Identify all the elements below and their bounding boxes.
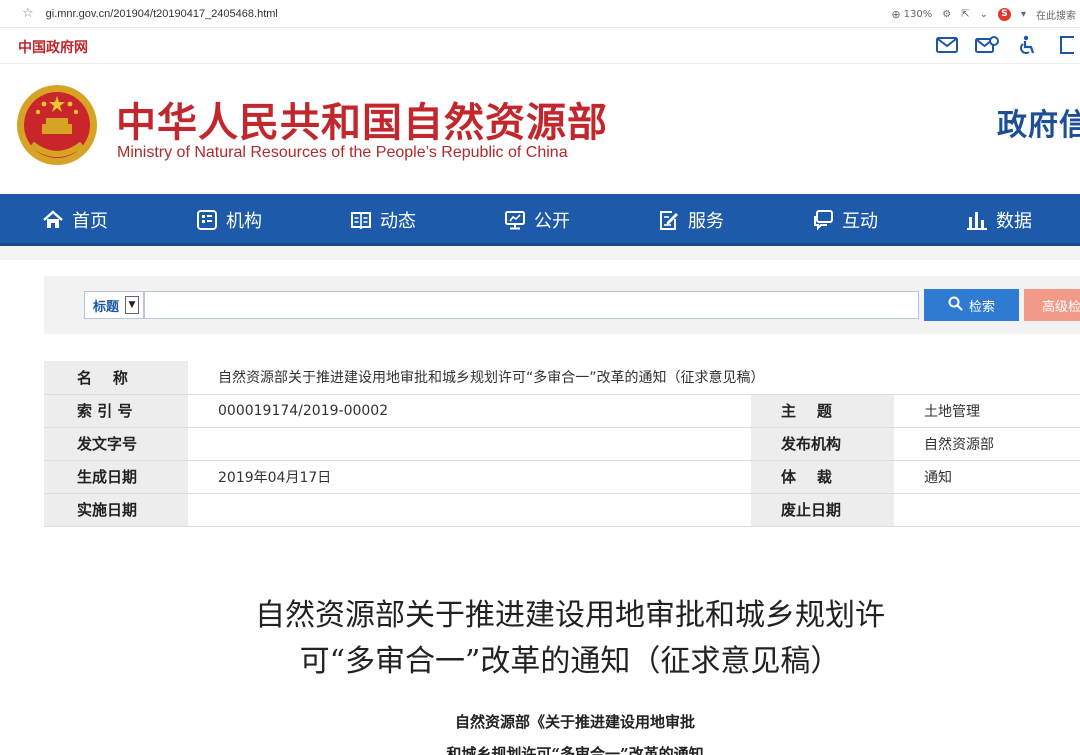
- browser-search-hint[interactable]: 在此搜索: [1036, 7, 1076, 22]
- meta-value-expiry: [894, 493, 1080, 527]
- meta-label: 主 题: [751, 394, 894, 428]
- nav-item-public[interactable]: 公开: [504, 207, 570, 233]
- meta-label: 发布机构: [751, 427, 894, 461]
- meta-value-name: 自然资源部关于推进建设用地审批和城乡规划许可“多审合一”改革的通知（征求意见稿）: [188, 361, 1080, 395]
- gov-top-strip: 中国政府网: [0, 28, 1080, 64]
- meta-label: 索 引 号: [44, 394, 188, 428]
- search-icon: [948, 296, 963, 315]
- meta-value-genre: 通知: [894, 460, 1080, 494]
- table-row: 生成日期 2019年04月17日 体 裁 通知: [44, 460, 1080, 494]
- chevron-down-icon[interactable]: ⌄: [980, 9, 988, 20]
- gov-portal-link[interactable]: 中国政府网: [18, 37, 88, 57]
- chat-icon: [812, 209, 834, 231]
- settings-icon[interactable]: ⚙: [942, 9, 951, 20]
- mail-settings-icon[interactable]: [974, 34, 1000, 56]
- bar-chart-icon: [966, 209, 988, 231]
- accessibility-icon[interactable]: [1014, 34, 1040, 56]
- article-subtitle-line: 自然资源部《关于推进建设用地审批: [454, 713, 695, 731]
- meta-value-date: 2019年04月17日: [188, 460, 751, 494]
- nav-item-interaction[interactable]: 互动: [812, 207, 878, 233]
- meta-label: 实施日期: [44, 493, 188, 527]
- table-row: 实施日期 废止日期: [44, 493, 1080, 527]
- edit-icon: [658, 209, 680, 231]
- org-icon: [196, 209, 218, 231]
- chevron-down-icon[interactable]: ▼: [125, 296, 139, 314]
- article-title-line: 自然资源部关于推进建设用地审批和城乡规划许: [255, 598, 885, 633]
- nav-label: 动态: [380, 211, 416, 232]
- search-button-label: 检索: [968, 299, 995, 315]
- advanced-search-button[interactable]: 高级检: [1024, 289, 1080, 321]
- zoom-level: 130%: [903, 8, 933, 20]
- share-icon[interactable]: ⇱: [961, 9, 969, 20]
- site-title-cn[interactable]: 中华人民共和国自然资源部: [116, 90, 608, 148]
- search-field-select[interactable]: 标题 ▼: [84, 291, 144, 319]
- article-subtitle-line: 和城乡规划许可“多审合一”改革的通知: [446, 745, 704, 755]
- bookmark-star-icon[interactable]: ☆: [22, 6, 34, 21]
- address-url[interactable]: gi.mnr.gov.cn/201904/t20190417_2405468.h…: [46, 8, 278, 20]
- nav-item-home[interactable]: 首页: [42, 207, 108, 233]
- nav-label: 服务: [688, 211, 724, 232]
- book-icon: [350, 209, 372, 231]
- advanced-search-label: 高级检: [1042, 299, 1080, 315]
- gov-top-icons: [934, 34, 1080, 56]
- meta-label: 体 裁: [751, 460, 894, 494]
- document-meta-table: 名 称 自然资源部关于推进建设用地审批和城乡规划许可“多审合一”改革的通知（征求…: [44, 361, 1080, 527]
- meta-value-index: 000019174/2019-00002: [188, 394, 751, 428]
- meta-value-effective: [188, 493, 751, 527]
- nav-label: 首页: [72, 211, 108, 232]
- monitor-icon: [504, 209, 526, 231]
- browser-address-bar: ☆ gi.mnr.gov.cn/201904/t20190417_2405468…: [0, 0, 1080, 28]
- nav-label: 数据: [996, 211, 1032, 232]
- zoom-icon: ⊕: [891, 7, 901, 21]
- meta-value-docno: [188, 427, 751, 461]
- nav-item-data[interactable]: 数据: [966, 207, 1032, 233]
- nav-item-news[interactable]: 动态: [350, 207, 416, 233]
- table-row: 名 称 自然资源部关于推进建设用地审批和城乡规划许可“多审合一”改革的通知（征求…: [44, 361, 1080, 395]
- nav-label: 互动: [842, 211, 878, 232]
- article-title-line: 可“多审合一”改革的通知（征求意见稿）: [299, 644, 841, 679]
- meta-label: 发文字号: [44, 427, 188, 461]
- meta-value-subject: 土地管理: [894, 394, 1080, 428]
- home-icon: [42, 209, 64, 231]
- search-button[interactable]: 检索: [924, 289, 1019, 321]
- main-nav: 首页 机构 动态 公开 服务 互动 数据: [0, 194, 1080, 246]
- search-field-value: 标题: [93, 299, 120, 315]
- zoom-indicator[interactable]: ⊕ 130%: [891, 8, 932, 21]
- article-title: 自然资源部关于推进建设用地审批和城乡规划许 可“多审合一”改革的通知（征求意见稿…: [0, 593, 1080, 685]
- search-input[interactable]: [144, 291, 919, 319]
- meta-label: 生成日期: [44, 460, 188, 494]
- nav-label: 公开: [534, 211, 570, 232]
- gov-info-title: 政府信: [997, 109, 1080, 142]
- nav-underband: [0, 246, 1080, 260]
- meta-value-issuer: 自然资源部: [894, 427, 1080, 461]
- table-row: 发文字号 发布机构 自然资源部: [44, 427, 1080, 461]
- table-row: 索 引 号 000019174/2019-00002 主 题 土地管理: [44, 394, 1080, 428]
- chevron-down-icon[interactable]: ▾: [1021, 9, 1026, 20]
- nav-label: 机构: [226, 211, 262, 232]
- meta-label: 废止日期: [751, 493, 894, 527]
- nav-item-service[interactable]: 服务: [658, 207, 724, 233]
- meta-label: 名 称: [44, 361, 188, 395]
- search-engine-icon[interactable]: S: [997, 7, 1011, 21]
- mail-icon[interactable]: [934, 34, 960, 56]
- nav-item-organization[interactable]: 机构: [196, 207, 262, 233]
- browser-toolbar-right: ⊕ 130% ⚙ ⇱ ⌄ S ▾ 在此搜索: [891, 0, 1080, 28]
- site-header: 中华人民共和国自然资源部 Ministry of Natural Resourc…: [0, 64, 1080, 194]
- language-icon[interactable]: [1054, 34, 1080, 56]
- national-emblem-icon: [17, 85, 97, 165]
- site-title-en: Ministry of Natural Resources of the Peo…: [117, 144, 568, 161]
- article-subtitle: 自然资源部《关于推进建设用地审批 和城乡规划许可“多审合一”改革的通知: [0, 706, 1080, 755]
- search-panel: 标题 ▼ 检索 高级检: [44, 276, 1080, 334]
